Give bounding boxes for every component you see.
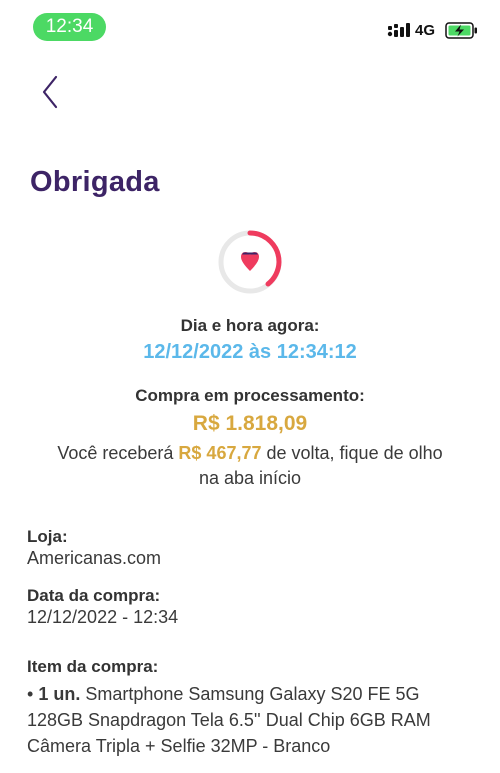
chevron-left-icon	[42, 75, 58, 109]
back-button[interactable]	[36, 72, 68, 112]
store-section: Loja: Americanas.com	[27, 527, 477, 569]
now-section: Dia e hora agora: 12/12/2022 às 12:34:12	[0, 316, 500, 364]
network-type: 4G	[415, 22, 436, 39]
now-datetime: 12/12/2022 às 12:34:12	[143, 341, 357, 363]
purchase-date-section: Data da compra: 12/12/2022 - 12:34	[27, 586, 477, 628]
purchase-date-value: 12/12/2022 - 12:34	[27, 607, 179, 627]
purchase-date-label: Data da compra:	[27, 586, 161, 605]
status-time: 12:34	[33, 13, 106, 41]
battery-charging-icon	[445, 22, 477, 39]
cashback-message: Você receberá R$ 467,77 de volta, fique …	[0, 441, 500, 491]
cellular-signal-icon	[387, 23, 410, 37]
cashback-suffix: de volta, fique de olho	[261, 443, 443, 463]
store-value: Americanas.com	[27, 548, 162, 568]
cashback-suffix-line2: na aba início	[198, 468, 302, 488]
item-description: Smartphone Samsung Galaxy S20 FE 5G 128G…	[27, 684, 431, 756]
item-section: Item da compra: • 1 un. Smartphone Samsu…	[27, 657, 477, 759]
item-bullet: •	[27, 684, 39, 704]
cashback-amount: R$ 467,77	[178, 443, 262, 463]
purchase-amount: R$ 1.818,09	[192, 412, 308, 435]
status-bar: 12:34 4G	[0, 0, 500, 50]
heart-progress-icon	[218, 230, 282, 294]
now-label: Dia e hora agora:	[180, 316, 320, 335]
item-quantity: 1 un.	[38, 684, 81, 704]
cashback-prefix: Você receberá	[57, 443, 179, 463]
item-label: Item da compra:	[27, 657, 159, 676]
list-item: • 1 un. Smartphone Samsung Galaxy S20 FE…	[27, 681, 477, 759]
store-label: Loja:	[27, 527, 68, 546]
purchase-section: Compra em processamento: R$ 1.818,09 Voc…	[0, 386, 500, 491]
page-title: Obrigada	[30, 166, 160, 198]
purchase-status-label: Compra em processamento:	[135, 386, 365, 405]
